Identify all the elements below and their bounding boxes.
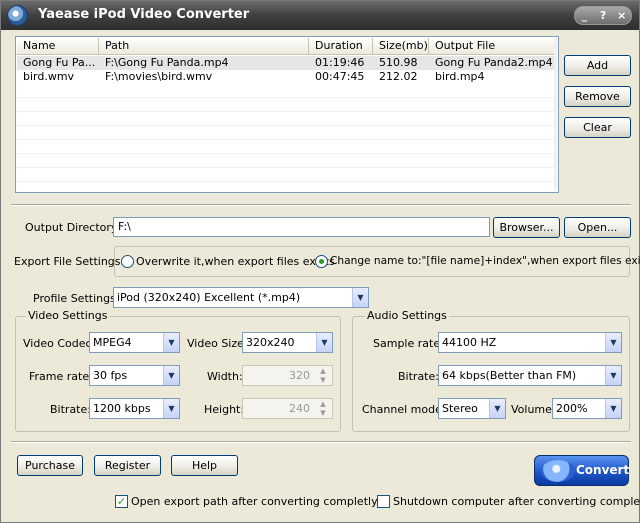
title-bar[interactable]: Yaease iPod Video Converter _ ? × (1, 1, 639, 30)
chevron-down-icon[interactable]: ▼ (605, 366, 621, 385)
minimize-button[interactable]: _ (575, 7, 594, 24)
register-button[interactable]: Register (94, 455, 161, 476)
spin-up-icon: ▲ (320, 400, 326, 408)
column-output-file[interactable]: Output File (429, 38, 555, 55)
empty-row (17, 168, 555, 182)
chevron-down-icon[interactable]: ▼ (605, 399, 621, 418)
shutdown-checkbox[interactable] (377, 495, 390, 508)
clear-button[interactable]: Clear (564, 117, 631, 138)
channel-mode-label: Channel mode: (362, 403, 446, 416)
open-after-label[interactable]: Open export path after converting comple… (131, 495, 378, 508)
audio-bitrate-label: Bitrate: (398, 370, 439, 383)
width-stepper: 320 ▲ ▼ (242, 365, 333, 386)
profile-settings-label: Profile Settings: (33, 292, 120, 305)
video-codec-select[interactable]: MPEG4 ▼ (89, 332, 180, 353)
overwrite-radio[interactable] (121, 255, 134, 268)
height-stepper: 240 ▲ ▼ (242, 398, 333, 419)
globe-icon (541, 460, 575, 482)
remove-button[interactable]: Remove (564, 86, 631, 107)
video-codec-label: Video Codec: (23, 337, 96, 350)
window-controls: _ ? × (574, 6, 632, 25)
video-bitrate-label: Bitrate: (50, 403, 91, 416)
convert-button[interactable]: Convert (534, 455, 629, 486)
chevron-down-icon[interactable]: ▼ (352, 288, 368, 307)
close-button[interactable]: × (612, 7, 631, 24)
audio-bitrate-select[interactable]: 64 kbps(Better than FM) ▼ (438, 365, 622, 386)
video-size-value: 320x240 (246, 336, 295, 349)
shutdown-label[interactable]: Shutdown computer after converting compl… (393, 495, 640, 508)
help-icon[interactable]: ? (594, 7, 613, 24)
output-directory-label: Output Directory: (25, 221, 121, 234)
empty-row (17, 112, 555, 126)
spin-down-icon: ▼ (320, 376, 326, 384)
open-button[interactable]: Open... (564, 217, 631, 238)
chevron-down-icon[interactable]: ▼ (163, 399, 179, 418)
profile-select[interactable]: iPod (320x240) Excellent (*.mp4) ▼ (113, 287, 369, 308)
audio-settings-title: Audio Settings (365, 309, 449, 322)
volume-select[interactable]: 200% ▼ (552, 398, 622, 419)
export-settings-label: Export File Settings: (14, 255, 125, 268)
column-duration[interactable]: Duration (309, 38, 373, 55)
video-bitrate-select[interactable]: 1200 kbps ▼ (89, 398, 180, 419)
open-after-checkbox[interactable]: ✓ (115, 495, 128, 508)
volume-label: Volume: (511, 403, 556, 416)
volume-value: 200% (556, 402, 588, 415)
chevron-down-icon[interactable]: ▼ (163, 333, 179, 352)
convert-button-label: Convert (576, 463, 630, 477)
height-value: 240 (289, 402, 310, 415)
separator (11, 441, 631, 443)
chevron-down-icon[interactable]: ▼ (316, 333, 332, 352)
frame-rate-select[interactable]: 30 fps ▼ (89, 365, 180, 386)
width-label: Width: (207, 370, 243, 383)
overwrite-radio-label[interactable]: Overwrite it,when export files exists (136, 255, 335, 268)
chevron-down-icon[interactable]: ▼ (163, 366, 179, 385)
add-button[interactable]: Add (564, 55, 631, 76)
width-value: 320 (289, 369, 310, 382)
video-size-label: Video Size: (187, 337, 248, 350)
frame-rate-label: Frame rate: (29, 370, 93, 383)
separator (11, 204, 631, 206)
empty-row (17, 126, 555, 140)
rename-radio[interactable] (315, 255, 328, 268)
height-label: Height: (204, 403, 245, 416)
empty-row (17, 98, 555, 112)
sample-rate-value: 44100 HZ (442, 336, 497, 349)
channel-mode-value: Stereo (442, 402, 478, 415)
rename-radio-label[interactable]: Change name to:"[file name]+index",when … (330, 255, 640, 267)
file-list[interactable]: Name Path Duration Size(mb) Output File … (15, 36, 559, 193)
chevron-down-icon[interactable]: ▼ (605, 333, 621, 352)
empty-row (17, 154, 555, 168)
file-list-header: Name Path Duration Size(mb) Output File (17, 38, 557, 55)
profile-select-value: iPod (320x240) Excellent (*.mp4) (117, 291, 301, 304)
video-size-select[interactable]: 320x240 ▼ (242, 332, 333, 353)
sample-rate-select[interactable]: 44100 HZ ▼ (438, 332, 622, 353)
empty-row (17, 140, 555, 154)
spin-down-icon: ▼ (320, 409, 326, 417)
table-row[interactable]: bird.wmv F:\movies\bird.wmv 00:47:45 212… (17, 70, 555, 84)
app-logo-icon (7, 5, 28, 26)
spin-up-icon: ▲ (320, 367, 326, 375)
video-settings-title: Video Settings (26, 309, 110, 322)
chevron-down-icon[interactable]: ▼ (489, 399, 505, 418)
column-path[interactable]: Path (99, 38, 309, 55)
export-options-frame: Overwrite it,when export files exists Ch… (114, 246, 640, 277)
browse-button[interactable]: Browser... (493, 217, 560, 238)
output-directory-input[interactable]: F:\ (113, 217, 490, 237)
channel-mode-select[interactable]: Stereo ▼ (438, 398, 506, 419)
empty-row (17, 84, 555, 98)
video-bitrate-value: 1200 kbps (93, 402, 151, 415)
help-button[interactable]: Help (171, 455, 238, 476)
table-row[interactable]: Gong Fu Pa... F:\Gong Fu Panda.mp4 01:19… (17, 56, 555, 70)
window-title: Yaease iPod Video Converter (38, 7, 250, 22)
column-size[interactable]: Size(mb) (373, 38, 429, 55)
main-window: Yaease iPod Video Converter _ ? × Name P… (0, 0, 640, 523)
column-name[interactable]: Name (17, 38, 99, 55)
purchase-button[interactable]: Purchase (17, 455, 83, 476)
video-codec-value: MPEG4 (93, 336, 132, 349)
frame-rate-value: 30 fps (93, 369, 128, 382)
sample-rate-label: Sample rate: (373, 337, 444, 350)
list-scrollbar[interactable] (554, 38, 557, 191)
audio-bitrate-value: 64 kbps(Better than FM) (442, 369, 577, 382)
